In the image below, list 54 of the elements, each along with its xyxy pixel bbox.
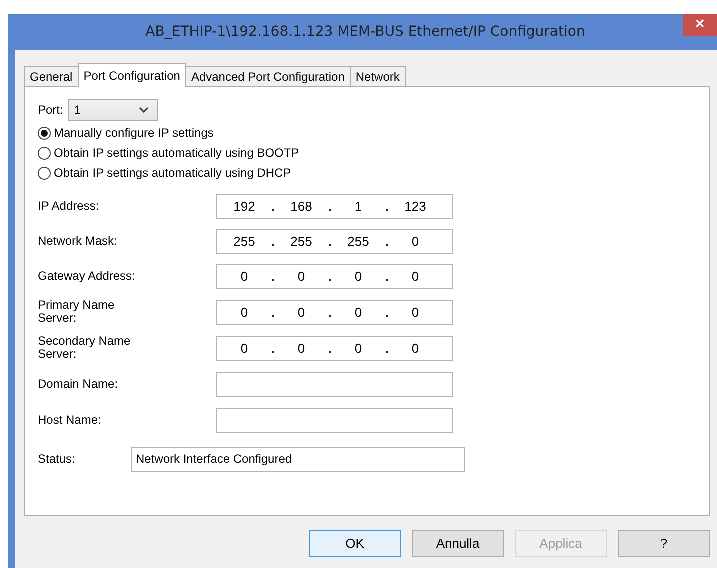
ip-address-field[interactable]: 192 168 1 123 [216,194,453,218]
octet: 0 [296,304,306,320]
octet: 0 [354,268,364,284]
field-label: Host Name: [38,414,102,426]
octet: 1 [354,198,364,214]
dialog-button[interactable]: Annulla [412,530,504,557]
octet: 255 [346,234,370,248]
ip-address-field[interactable]: 0 0 0 0 [216,264,453,288]
input-field[interactable] [216,408,453,432]
octet: 0 [410,340,420,356]
ip-address-field[interactable]: 0 0 0 0 [216,336,453,360]
octet: 192 [232,198,256,214]
tab[interactable]: General [24,66,79,86]
radio-button[interactable] [38,166,51,180]
tab[interactable]: Advanced Port Configuration [185,66,351,86]
radio-button[interactable] [38,146,51,160]
field-label: Gateway Address: [38,270,136,282]
chevron-down-icon [139,107,150,113]
input-field[interactable] [216,372,453,396]
radio-label: Obtain IP settings automatically using DHCP [54,166,292,180]
octet: 0 [354,304,364,320]
status-field: Network Interface Configured [131,446,465,472]
dialog-button[interactable]: ? [618,530,710,557]
ip-address-field[interactable]: 255 255 255 0 [216,228,453,254]
field-label: Primary Name Server: [38,299,116,325]
octet: 0 [410,268,420,284]
octet: 0 [240,268,250,284]
radio-label: Obtain IP settings automatically using BOOTP [54,146,300,160]
port-dropdown[interactable]: 1 [68,99,158,121]
field-label: Network Mask: [38,234,118,248]
octet: 0 [354,340,364,356]
field-label: Secondary Name Server: [38,335,132,361]
status-label: Status: [38,452,76,466]
close-button[interactable]: × [683,14,717,36]
port-label: Port: [38,103,64,117]
dialog-button[interactable]: OK [309,530,401,557]
tab[interactable]: Network [350,66,406,86]
radio-label: Manually configure IP settings [54,126,214,140]
octet: 0 [296,268,306,284]
tab[interactable]: Port Configuration [78,63,186,87]
octet: 255 [290,234,314,248]
octet: 123 [404,198,428,214]
radio-button[interactable] [38,126,51,140]
octet: 168 [290,198,314,214]
octet: 0 [410,234,420,248]
field-label: IP Address: [38,200,100,212]
octet: 0 [296,340,306,356]
octet: 0 [410,304,420,320]
octet: 0 [240,304,250,320]
octet: 255 [232,234,256,248]
octet: 0 [240,340,250,356]
field-label: Domain Name: [38,378,120,390]
ip-address-field[interactable]: 0 0 0 0 [216,300,453,324]
window-title: AB_ETHIP-1\192.168.1.123 MEM-BUS Ethernet/IP Configuration [144,24,586,40]
